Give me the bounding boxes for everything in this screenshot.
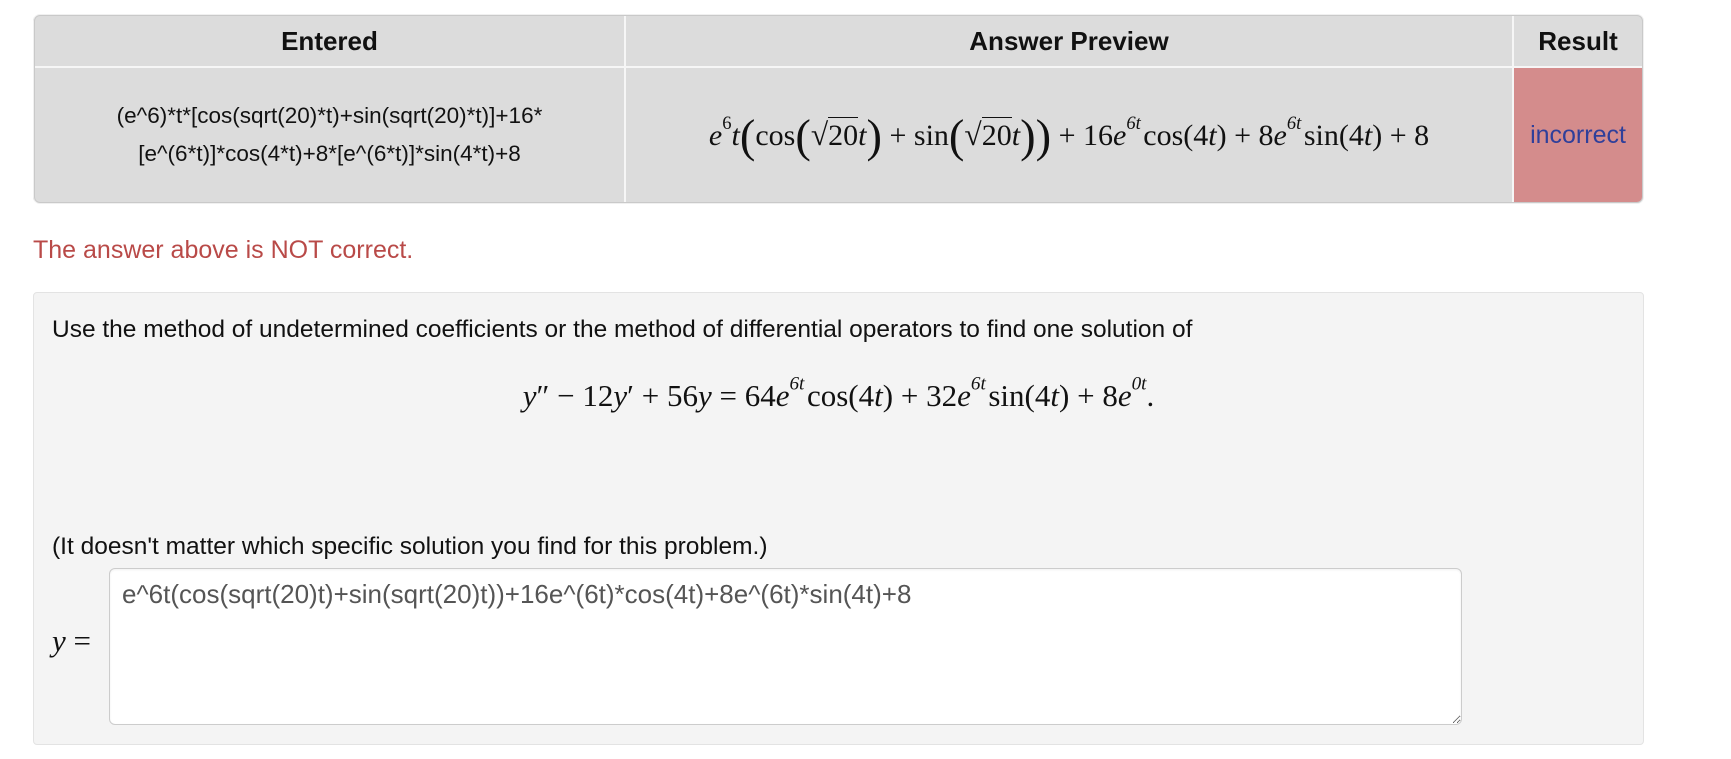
table-row: (e^6)*t*[cos(sqrt(20)*t)+sin(sqrt(20)*t)… bbox=[35, 68, 1642, 202]
feedback-message: The answer above is NOT correct. bbox=[33, 236, 414, 264]
answer-label: y = bbox=[52, 623, 91, 658]
results-header-row: Entered Answer Preview Result bbox=[35, 16, 1642, 68]
result-cell: incorrect bbox=[1514, 68, 1642, 202]
problem-prompt: Use the method of undetermined coefficie… bbox=[52, 316, 1193, 343]
answer-input[interactable]: e^6t(cos(sqrt(20)t)+sin(sqrt(20)t))+16e^… bbox=[109, 568, 1462, 725]
header-result: Result bbox=[1514, 16, 1642, 68]
entered-line-2: [e^(6*t)]*cos(4*t)+8*[e^(6*t)]*sin(4*t)+… bbox=[138, 141, 521, 166]
header-entered: Entered bbox=[35, 16, 626, 68]
problem-box: Use the method of undetermined coefficie… bbox=[33, 292, 1644, 745]
result-status: incorrect bbox=[1530, 120, 1626, 149]
sqrt-symbol: √20 bbox=[810, 117, 859, 152]
answer-preview-cell: e6t(cos(√20t) + sin(√20t)) + 16e6t cos(4… bbox=[626, 68, 1514, 202]
header-answer-preview: Answer Preview bbox=[626, 16, 1514, 68]
answer-preview-math: e6t(cos(√20t) + sin(√20t)) + 16e6t cos(4… bbox=[708, 111, 1430, 163]
entered-line-1: (e^6)*t*[cos(sqrt(20)*t)+sin(sqrt(20)*t)… bbox=[116, 103, 543, 128]
entered-cell: (e^6)*t*[cos(sqrt(20)*t)+sin(sqrt(20)*t)… bbox=[35, 68, 626, 202]
results-table: Entered Answer Preview Result (e^6)*t*[c… bbox=[34, 15, 1643, 203]
problem-note: (It doesn't matter which specific soluti… bbox=[52, 533, 768, 560]
problem-equation: y″ − 12y′ + 56y = 64e6t cos(4t) + 32e6t … bbox=[522, 373, 1155, 413]
